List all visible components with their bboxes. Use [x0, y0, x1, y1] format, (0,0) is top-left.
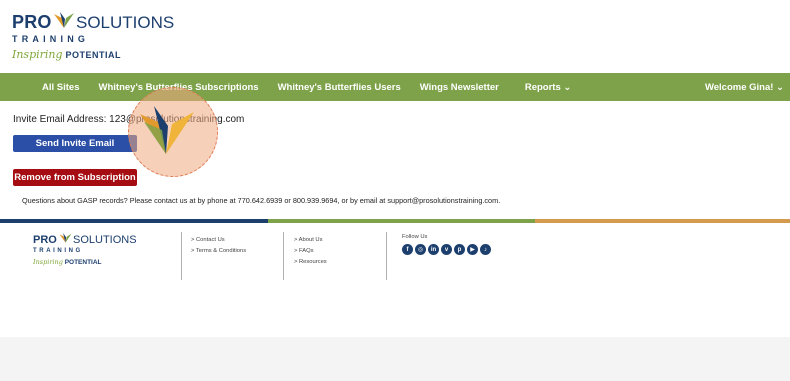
footer-tagline-word: POTENTIAL [64, 259, 102, 266]
page-bottom-band [0, 337, 790, 381]
logo-tagline: Inspiring POTENTIAL [12, 48, 121, 61]
footer-logo-training: TRAINING [33, 248, 83, 254]
stripe-green [268, 219, 535, 223]
nav-item-newsletter[interactable]: Wings Newsletter [420, 82, 499, 93]
footer-divider [181, 232, 182, 280]
logo-brand-text: PRO [12, 12, 52, 32]
footer-links-col-2: > About Us > FAQs > Resources [294, 235, 327, 268]
linkedin-icon[interactable]: in [428, 244, 439, 255]
footer-link-resources[interactable]: > Resources [294, 257, 327, 268]
footer-logo-solutions: SOLUTIONS [73, 234, 137, 246]
youtube-icon[interactable]: ▶ [467, 244, 478, 255]
user-welcome-menu[interactable]: Welcome Gina! ⌄ [705, 82, 784, 93]
footer-logo-brand: PRO [33, 234, 57, 246]
butterfly-logo-icon [54, 12, 74, 28]
butterfly-cursor-icon [140, 106, 194, 154]
tiktok-icon[interactable]: ♪ [480, 244, 491, 255]
logo-training-text: TRAINING [12, 34, 90, 44]
logo-solutions-text: SOLUTIONS [76, 13, 175, 32]
footer-divider [386, 232, 387, 280]
footer-divider [283, 232, 284, 280]
main-nav-bar: All Sites Whitney's Butterflies Subscrip… [0, 73, 790, 101]
footer-link-terms[interactable]: > Terms & Conditions [191, 246, 246, 257]
logo-tagline-word: POTENTIAL [65, 50, 121, 60]
header-logo[interactable]: PRO SOLUTIONS TRAINING Inspiring POTENTI… [12, 8, 174, 64]
stripe-navy [0, 219, 268, 223]
instagram-icon[interactable]: ◎ [415, 244, 426, 255]
nav-item-reports[interactable]: Reports ⌄ [525, 82, 572, 93]
footer-logo[interactable]: PRO SOLUTIONS TRAINING Inspiring POTENTI… [33, 232, 143, 272]
footer-link-faqs[interactable]: > FAQs [294, 246, 327, 257]
remove-subscription-button[interactable]: Remove from Subscription [13, 169, 137, 186]
vimeo-icon[interactable]: v [441, 244, 452, 255]
contact-info-text: Questions about GASP records? Please con… [22, 196, 501, 205]
social-icons: f ◎ in v p ▶ ♪ [402, 244, 491, 255]
follow-us-label: Follow Us [402, 234, 428, 240]
stripe-orange [535, 219, 790, 223]
pinterest-icon[interactable]: p [454, 244, 465, 255]
footer-links-col-1: > Contact Us > Terms & Conditions [191, 235, 246, 257]
send-invite-button[interactable]: Send Invite Email [13, 135, 137, 152]
footer-link-about[interactable]: > About Us [294, 235, 327, 246]
footer-logo-tagline: Inspiring POTENTIAL [33, 258, 102, 266]
footer-link-contact[interactable]: > Contact Us [191, 235, 246, 246]
footer-color-stripe [0, 219, 790, 223]
nav-item-users[interactable]: Whitney's Butterflies Users [278, 82, 401, 93]
footer-butterfly-icon [59, 233, 72, 243]
footer-tagline-script: Inspiring [33, 258, 63, 266]
facebook-icon[interactable]: f [402, 244, 413, 255]
logo-tagline-script: Inspiring [12, 48, 63, 61]
nav-item-all-sites[interactable]: All Sites [42, 82, 80, 93]
